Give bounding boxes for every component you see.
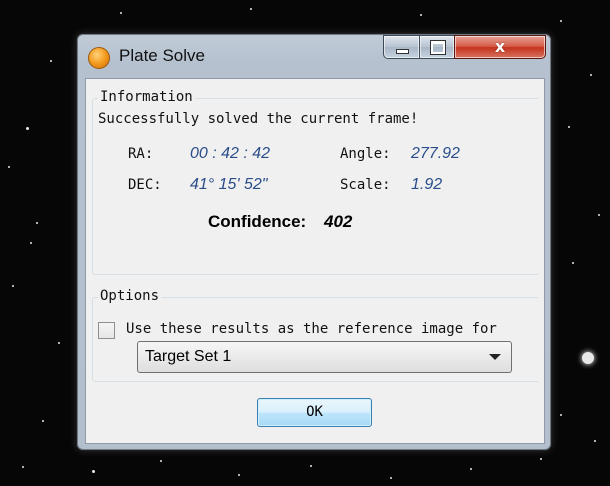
target-set-selected-value: Target Set 1 [145,348,232,365]
use-as-reference-checkbox[interactable] [98,322,115,339]
minimize-icon [396,49,409,54]
maximize-icon [430,40,446,55]
options-group-label: Options [98,288,162,304]
target-set-dropdown[interactable]: Target Set 1 [137,341,512,373]
ok-button-label: OK [306,404,323,420]
dec-label: DEC: [128,177,162,193]
close-button[interactable]: x [454,35,546,59]
client-clip: Information Successfully solved the curr… [86,79,538,443]
maximize-button[interactable] [419,35,455,59]
angle-label: Angle: [340,146,391,162]
information-group-label: Information [98,89,195,105]
title-bar[interactable]: Plate Solve x [77,34,551,70]
scale-label: Scale: [340,177,391,193]
dialog-client-area: Information Successfully solved the curr… [85,78,545,444]
minimize-button[interactable] [383,35,420,59]
confidence-label: Confidence: [208,212,307,231]
dec-value: 41° 15' 52" [190,176,268,193]
plate-solve-dialog: Plate Solve x Information Successfully s… [76,33,552,451]
scale-value: 1.92 [411,176,443,193]
ok-button[interactable]: OK [257,398,372,427]
use-as-reference-label[interactable]: Use these results as the reference image… [126,321,497,337]
app-orange-orb-icon [88,47,110,69]
ra-value: 00 : 42 : 42 [190,145,271,162]
angle-value: 277.92 [411,145,460,162]
close-icon: x [494,37,506,56]
ra-label: RA: [128,146,154,162]
confidence-value: 402 [324,212,353,231]
dropdown-arrow-icon [489,354,501,360]
solve-status-text: Successfully solved the current frame! [98,111,419,127]
window-title: Plate Solve [119,46,205,65]
